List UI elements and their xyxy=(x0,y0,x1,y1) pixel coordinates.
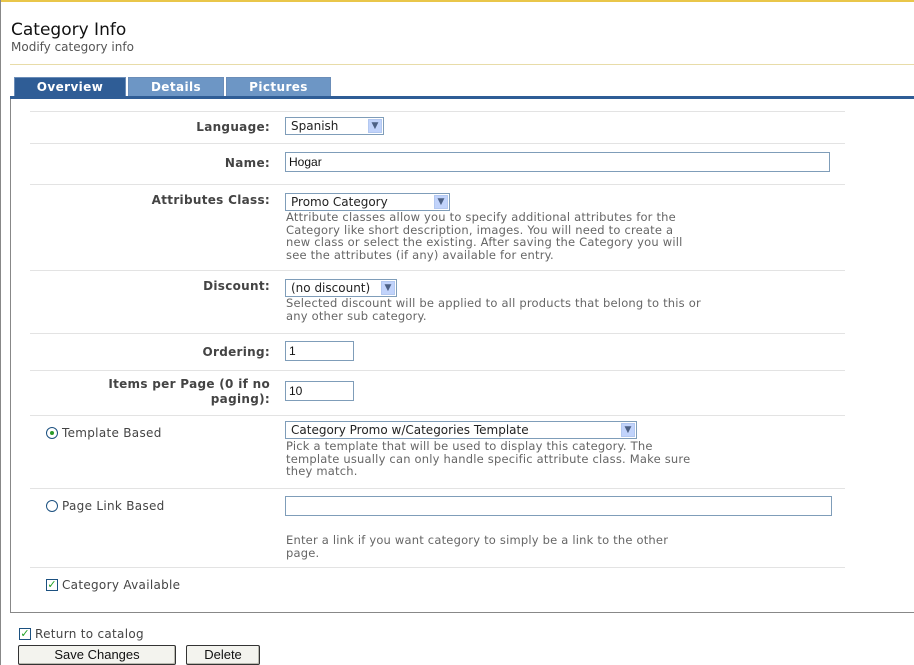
items-per-page-label: Items per Page (0 if no paging): xyxy=(108,377,270,406)
chevron-down-icon: ▼ xyxy=(621,423,635,437)
language-select[interactable]: Spanish ▼ xyxy=(285,117,384,135)
page-title: Category Info xyxy=(11,20,127,40)
language-label: Language: xyxy=(196,120,270,134)
header-accent-line xyxy=(0,0,914,2)
left-border xyxy=(0,0,1,665)
attributes-class-label: Attributes Class: xyxy=(151,193,270,207)
attributes-class-help: Attribute classes allow you to specify a… xyxy=(286,210,683,262)
row-divider xyxy=(30,333,845,334)
row-divider xyxy=(30,370,845,371)
name-input[interactable]: Hogar xyxy=(285,152,830,172)
header-divider xyxy=(10,64,914,65)
page-subtitle: Modify category info xyxy=(11,40,134,54)
page-link-input[interactable] xyxy=(285,496,832,516)
discount-select[interactable]: (no discount) ▼ xyxy=(285,279,397,297)
discount-value: (no discount) xyxy=(291,281,371,295)
chevron-down-icon: ▼ xyxy=(434,195,448,209)
name-label: Name: xyxy=(224,156,270,170)
checkmark-icon: ✓ xyxy=(20,627,30,640)
tab-pictures[interactable]: Pictures xyxy=(226,77,331,96)
row-divider xyxy=(30,415,845,416)
template-help: Pick a template that will be used to dis… xyxy=(286,439,691,478)
ordering-label: Ordering: xyxy=(202,345,270,359)
template-value: Category Promo w/Categories Template xyxy=(291,423,529,437)
discount-help: Selected discount will be applied to all… xyxy=(286,296,701,323)
tab-details[interactable]: Details xyxy=(128,77,224,96)
row-divider xyxy=(30,488,845,489)
attributes-class-select[interactable]: Promo Category ▼ xyxy=(285,193,450,211)
form-panel-topbar xyxy=(10,96,914,99)
page-link-help: Enter a link if you want category to sim… xyxy=(286,533,669,560)
row-divider xyxy=(30,143,845,144)
template-based-label[interactable]: Template Based xyxy=(62,426,162,440)
category-available-checkbox[interactable]: ✓ xyxy=(46,579,58,591)
template-select[interactable]: Category Promo w/Categories Template ▼ xyxy=(285,421,637,439)
template-based-radio[interactable] xyxy=(46,427,58,439)
ordering-input[interactable]: 1 xyxy=(285,341,354,361)
row-divider xyxy=(30,184,845,185)
chevron-down-icon: ▼ xyxy=(368,119,382,133)
attributes-class-value: Promo Category xyxy=(291,195,388,209)
delete-button[interactable]: Delete xyxy=(186,645,260,665)
return-to-catalog-label[interactable]: Return to catalog xyxy=(35,627,144,641)
discount-label: Discount: xyxy=(203,279,270,293)
language-value: Spanish xyxy=(291,119,339,133)
items-per-page-input[interactable]: 10 xyxy=(285,381,354,401)
tab-overview[interactable]: Overview xyxy=(14,77,126,96)
row-divider xyxy=(30,111,845,112)
row-divider xyxy=(30,567,845,568)
return-to-catalog-checkbox[interactable]: ✓ xyxy=(19,628,31,640)
row-divider xyxy=(30,270,845,271)
page-link-based-label[interactable]: Page Link Based xyxy=(62,499,165,513)
chevron-down-icon: ▼ xyxy=(381,281,395,295)
checkmark-icon: ✓ xyxy=(47,578,57,591)
page-link-based-radio[interactable] xyxy=(46,500,58,512)
category-available-label[interactable]: Category Available xyxy=(62,578,180,592)
save-changes-button[interactable]: Save Changes xyxy=(18,645,176,665)
